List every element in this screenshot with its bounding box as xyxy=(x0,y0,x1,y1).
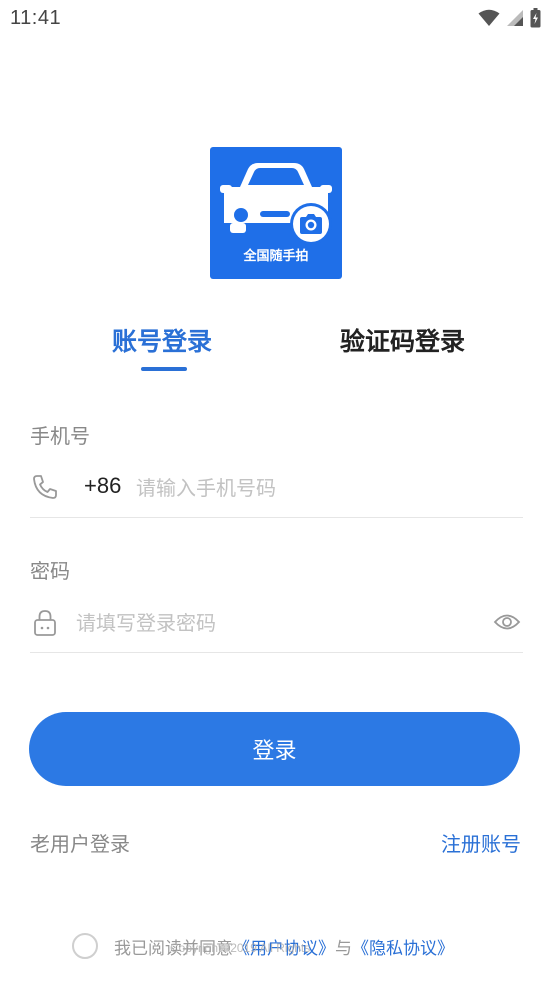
password-field-label: 密码 xyxy=(30,559,70,583)
active-tab-indicator xyxy=(141,367,187,371)
country-code[interactable]: +86 xyxy=(84,473,121,499)
wifi-icon xyxy=(478,9,500,26)
status-icons xyxy=(478,8,541,28)
status-time: 11:41 xyxy=(10,7,62,29)
privacy-policy-link[interactable]: 《隐私协议》 xyxy=(352,934,454,959)
app-logo: 全国随手拍 xyxy=(210,147,342,279)
agreement-checkbox[interactable] xyxy=(72,933,98,959)
copyright-text: Copyright©2019 All Rights xyxy=(170,941,311,955)
signal-icon xyxy=(507,10,523,26)
phone-field-label: 手机号 xyxy=(30,424,90,448)
tab-account-login[interactable]: 账号登录 xyxy=(112,322,212,358)
camera-icon xyxy=(290,203,332,245)
logo-text: 全国随手拍 xyxy=(243,249,309,264)
lock-icon xyxy=(34,610,56,636)
password-field-row xyxy=(30,593,523,653)
status-bar: 11:41 xyxy=(0,0,551,38)
agreement-connector: 与 xyxy=(335,938,352,959)
password-input[interactable] xyxy=(76,605,476,641)
phone-input[interactable] xyxy=(136,470,496,506)
login-button[interactable]: 登录 xyxy=(29,712,520,786)
eye-icon[interactable] xyxy=(493,609,521,635)
battery-icon xyxy=(530,8,541,28)
phone-field-row: +86 xyxy=(30,458,523,518)
old-user-login-link[interactable]: 老用户登录 xyxy=(30,828,130,857)
phone-icon xyxy=(33,475,57,499)
register-link[interactable]: 注册账号 xyxy=(441,828,521,857)
tab-code-login[interactable]: 验证码登录 xyxy=(340,322,465,358)
